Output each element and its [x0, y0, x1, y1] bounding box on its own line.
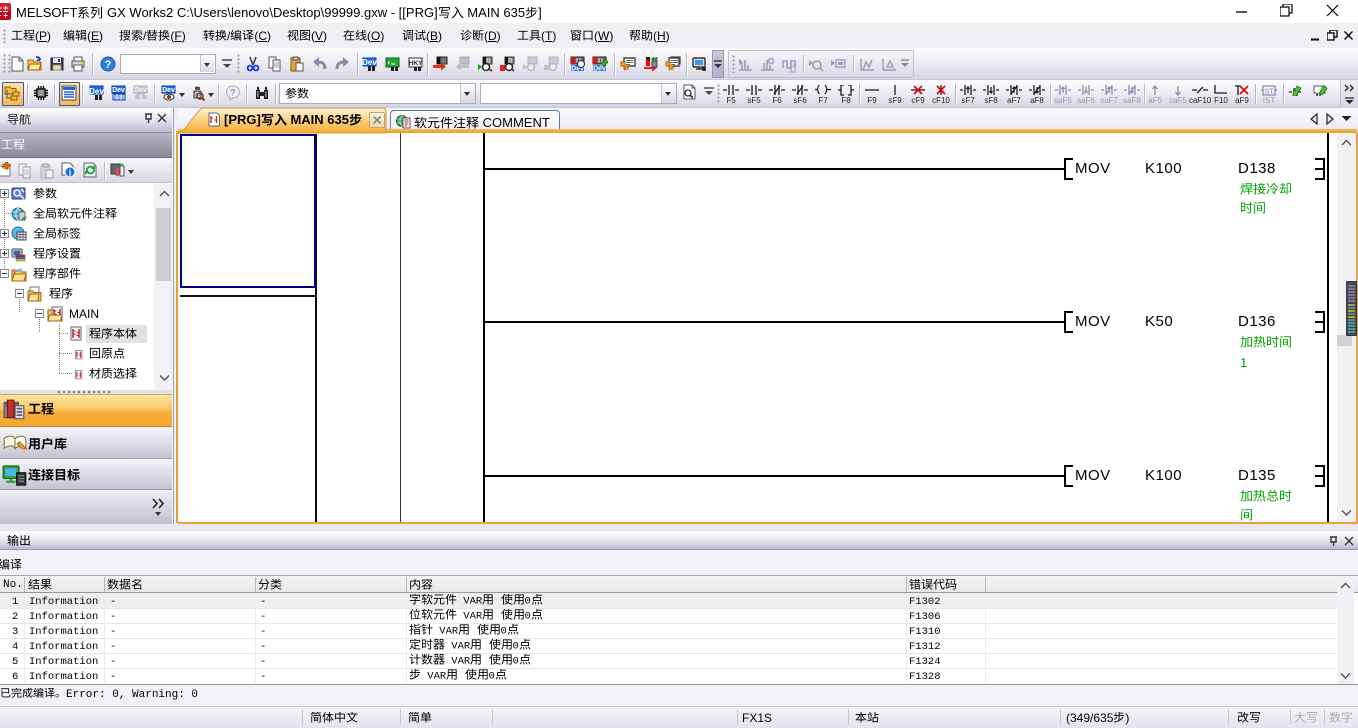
svg-text:?: ?	[105, 59, 112, 71]
svg-text:Dev: Dev	[362, 58, 377, 67]
svg-text:Dev: Dev	[162, 87, 175, 94]
svg-text:HKY: HKY	[409, 60, 423, 67]
svg-text:Dev: Dev	[89, 87, 104, 96]
svg-text:Dev: Dev	[112, 87, 125, 94]
svg-text:Dev: Dev	[134, 87, 147, 94]
svg-text:?: ?	[230, 88, 236, 98]
svg-text:ST: ST	[1265, 89, 1275, 96]
